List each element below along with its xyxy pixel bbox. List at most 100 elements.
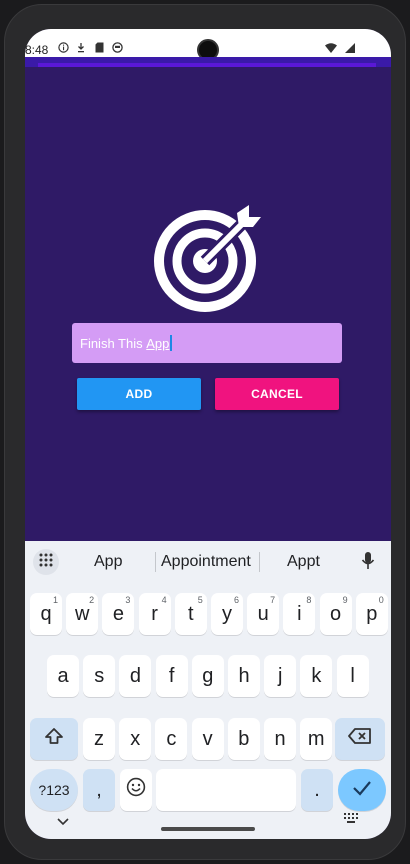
key-label: y [222,602,232,625]
key-label: g [202,664,214,687]
key-label: m [307,727,325,750]
soft-keyboard: App Appointment Appt q1w2e3r4t5y6u7i8o9p… [25,541,391,839]
key-hint: 8 [306,595,312,605]
key-k[interactable]: k [300,655,333,697]
key-label: n [274,727,286,750]
key-label: l [350,664,355,687]
text-cursor [170,335,173,351]
key-g[interactable]: g [191,655,224,697]
status-left-icons [57,41,123,53]
goal-input[interactable]: Finish This App [72,323,342,363]
app-toolbar [25,57,391,69]
status-time: 8:48 [25,43,49,57]
key-j[interactable]: j [264,655,297,697]
key-hint: 2 [89,595,95,605]
key-s[interactable]: s [83,655,116,697]
circle-icon [111,41,123,53]
key-label: a [57,664,69,687]
key-l[interactable]: l [336,655,369,697]
key-x[interactable]: x [119,718,152,760]
screen: 8:48 Finish This App ADD CANCEL App Appo… [25,29,391,839]
key-r[interactable]: r4 [138,593,171,635]
key-p[interactable]: p0 [355,593,388,635]
apps-grid-icon [39,553,53,572]
key-label: s [94,664,105,687]
key-u[interactable]: u7 [247,593,280,635]
key-e[interactable]: e3 [102,593,135,635]
info-icon [57,41,69,53]
key-hint: 6 [233,595,239,605]
key-i[interactable]: i8 [283,593,316,635]
key-label: o [330,602,342,625]
key-t[interactable]: t5 [174,593,207,635]
key-label: q [40,602,52,625]
key-hint: 1 [52,595,58,605]
target-arrow-icon [151,203,263,315]
suggestion-1[interactable]: App [94,553,122,571]
key-label: d [129,664,141,687]
chevron-down-icon[interactable] [57,813,69,831]
key-hint: 3 [125,595,131,605]
backspace-key[interactable] [335,718,385,760]
mic-icon[interactable] [361,551,375,576]
home-handle[interactable] [161,827,255,831]
key-y[interactable]: y6 [211,593,243,635]
key-hint: 5 [197,595,203,605]
backspace-icon [348,727,372,751]
key-hint: 4 [161,595,167,605]
key-label: w [74,602,90,625]
sd-card-icon [93,41,105,53]
key-hint: 9 [342,595,348,605]
download-icon [75,41,87,53]
key-label: u [257,602,269,625]
wifi-icon [325,42,337,56]
key-label: c [166,727,177,750]
key-z[interactable]: z [83,718,115,760]
key-label: f [168,664,175,687]
key-f[interactable]: f [155,655,188,697]
key-label: j [277,664,283,687]
shift-key[interactable] [30,718,78,760]
keyboard-menu-button[interactable] [33,549,59,575]
key-label: e [112,602,124,625]
key-o[interactable]: o9 [319,593,352,635]
key-d[interactable]: d [119,655,152,697]
key-label: i [297,602,302,625]
key-label: t [188,602,194,625]
key-label: v [202,727,213,750]
suggestion-strip: App Appointment Appt [25,541,391,583]
cancel-button[interactable]: CANCEL [215,378,339,410]
suggestion-3[interactable]: Appt [287,553,320,571]
suggestion-2[interactable]: Appointment [161,553,251,571]
shift-icon [44,727,64,751]
navigation-bar [25,803,391,839]
keyboard-hide-icon[interactable] [343,811,359,829]
add-button[interactable]: ADD [77,378,201,410]
key-label: b [238,727,250,750]
key-label: z [94,727,104,750]
goal-input-text: Finish This [80,335,147,351]
key-label: r [151,602,158,625]
key-v[interactable]: v [191,718,224,760]
key-hint: 0 [378,595,384,605]
key-b[interactable]: b [227,718,260,760]
suggestion-divider [259,552,260,572]
goal-input-composing-text: App [146,335,170,351]
key-n[interactable]: n [264,718,296,760]
status-bar: 8:48 [25,29,391,61]
key-label: k [311,664,322,687]
key-q[interactable]: q1 [30,593,62,635]
status-right-icons [325,42,355,56]
app-content: Finish This App ADD CANCEL [25,67,391,541]
battery-icon [345,42,355,56]
key-a[interactable]: a [47,655,79,697]
key-w[interactable]: w2 [66,593,99,635]
phone-frame: 8:48 Finish This App ADD CANCEL App Appo… [4,4,406,860]
suggestion-divider [155,552,156,572]
key-c[interactable]: c [155,718,188,760]
key-label: p [366,602,378,625]
key-h[interactable]: h [228,655,260,697]
key-label: h [238,664,250,687]
key-m[interactable]: m [300,718,333,760]
checkmark-icon [352,779,372,802]
